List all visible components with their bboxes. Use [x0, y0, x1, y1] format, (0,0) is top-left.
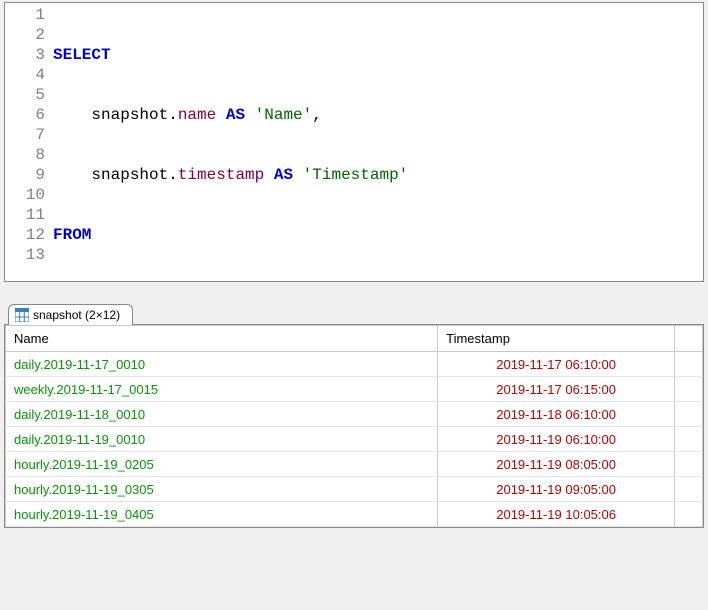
- results-table[interactable]: Name Timestamp daily.2019-11-17_0010 201…: [5, 325, 703, 527]
- cell-timestamp: 2019-11-19 10:05:06: [438, 502, 675, 527]
- results-grid-pane: Name Timestamp daily.2019-11-17_0010 201…: [4, 324, 704, 528]
- kw-select: SELECT: [53, 46, 111, 64]
- table-row[interactable]: daily.2019-11-18_0010 2019-11-18 06:10:0…: [6, 402, 703, 427]
- cell-name: daily.2019-11-19_0010: [6, 427, 438, 452]
- cell-name: hourly.2019-11-19_0305: [6, 477, 438, 502]
- col-name: name: [178, 106, 216, 124]
- kw-from: FROM: [53, 226, 91, 244]
- cell-timestamp: 2019-11-19 06:10:00: [438, 427, 675, 452]
- cell-timestamp: 2019-11-17 06:10:00: [438, 352, 675, 377]
- line-number-gutter: 12345678910111213: [5, 5, 53, 282]
- table-row[interactable]: weekly.2019-11-17_0015 2019-11-17 06:15:…: [6, 377, 703, 402]
- cell-timestamp: 2019-11-19 08:05:00: [438, 452, 675, 477]
- cell-name: daily.2019-11-18_0010: [6, 402, 438, 427]
- table-header-row: Name Timestamp: [6, 326, 703, 352]
- col-timestamp: timestamp: [178, 166, 264, 184]
- table-row[interactable]: daily.2019-11-19_0010 2019-11-19 06:10:0…: [6, 427, 703, 452]
- header-name[interactable]: Name: [6, 326, 438, 352]
- sql-code-area[interactable]: SELECT snapshot.name AS 'Name', snapshot…: [53, 5, 703, 282]
- cell-timestamp: 2019-11-18 06:10:00: [438, 402, 675, 427]
- cell-timestamp: 2019-11-17 06:15:00: [438, 377, 675, 402]
- cell-name: hourly.2019-11-19_0205: [6, 452, 438, 477]
- tab-snapshot[interactable]: snapshot (2×12): [8, 304, 133, 325]
- table-row[interactable]: hourly.2019-11-19_0405 2019-11-19 10:05:…: [6, 502, 703, 527]
- results-tabbar: snapshot (2×12): [8, 296, 708, 324]
- cell-name: daily.2019-11-17_0010: [6, 352, 438, 377]
- cell-name: weekly.2019-11-17_0015: [6, 377, 438, 402]
- table-icon: [15, 308, 29, 322]
- header-spacer: [675, 326, 703, 352]
- table-row[interactable]: hourly.2019-11-19_0205 2019-11-19 08:05:…: [6, 452, 703, 477]
- sql-editor-pane[interactable]: 12345678910111213 SELECT snapshot.name A…: [4, 2, 704, 282]
- cell-name: hourly.2019-11-19_0405: [6, 502, 438, 527]
- cell-timestamp: 2019-11-19 09:05:00: [438, 477, 675, 502]
- header-timestamp[interactable]: Timestamp: [438, 326, 675, 352]
- table-row[interactable]: hourly.2019-11-19_0305 2019-11-19 09:05:…: [6, 477, 703, 502]
- tab-label: snapshot (2×12): [33, 308, 120, 322]
- table-row[interactable]: daily.2019-11-17_0010 2019-11-17 06:10:0…: [6, 352, 703, 377]
